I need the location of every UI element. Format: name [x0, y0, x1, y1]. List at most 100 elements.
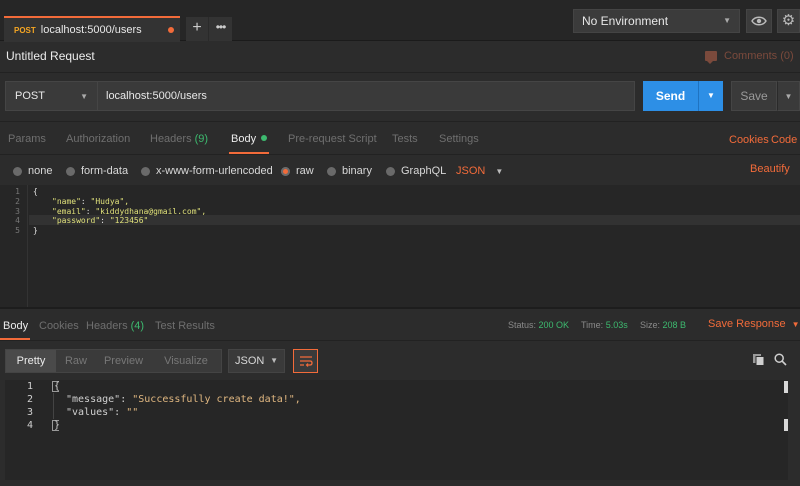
- code-line: {: [54, 381, 61, 392]
- raw-format-select[interactable]: JSON ▼: [456, 165, 503, 177]
- response-status: Status: 200 OK: [508, 320, 569, 330]
- chevron-down-icon: ▼: [723, 16, 731, 25]
- json-value: "Hudya",: [90, 197, 130, 206]
- http-method-select[interactable]: POST ▼: [5, 81, 97, 111]
- tab-settings[interactable]: Settings: [439, 133, 479, 145]
- new-tab-button[interactable]: +: [186, 17, 208, 41]
- json-value: "": [126, 407, 139, 418]
- response-time: Time: 5.03s: [581, 320, 628, 330]
- code-link[interactable]: Code: [771, 134, 797, 146]
- body-type-urlencoded[interactable]: x-www-form-urlencoded: [141, 165, 273, 177]
- radio-label: binary: [342, 165, 372, 177]
- gear-icon: ⚙: [781, 12, 796, 29]
- send-options-button[interactable]: ▼: [698, 81, 723, 111]
- json-key: "password": [52, 216, 101, 225]
- tab-options-button[interactable]: •••: [208, 17, 232, 41]
- status-label: Status:: [508, 320, 537, 330]
- body-type-binary[interactable]: binary: [327, 165, 372, 177]
- line-number: 5: [15, 226, 20, 235]
- save-response-button[interactable]: Save Response ▼: [708, 318, 800, 330]
- divider: [0, 121, 800, 122]
- comments-button[interactable]: Comments (0): [705, 50, 794, 64]
- eye-icon: [751, 16, 767, 26]
- response-tab-cookies[interactable]: Cookies: [39, 320, 79, 332]
- code-line: "message": "Successfully create data!",: [66, 394, 301, 405]
- chevron-down-icon: ▼: [270, 356, 278, 365]
- environment-label: No Environment: [582, 14, 669, 28]
- radio-icon: [66, 166, 75, 176]
- response-tab-test-results[interactable]: Test Results: [155, 320, 215, 332]
- search-icon[interactable]: [774, 353, 787, 369]
- time-value: 5.03s: [605, 320, 628, 330]
- json-key: "values": [66, 407, 115, 418]
- json-value: "123456": [109, 216, 149, 225]
- tab-pre-request-script[interactable]: Pre-request Script: [288, 133, 377, 145]
- divider: [0, 72, 800, 73]
- manage-environments-button[interactable]: ⚙: [777, 9, 800, 33]
- json-key: "name": [52, 197, 81, 206]
- code-line: {: [33, 187, 38, 196]
- body-type-form-data[interactable]: form-data: [66, 165, 128, 177]
- environment-quick-look-button[interactable]: [746, 9, 772, 33]
- view-visualize-button[interactable]: Visualize: [151, 350, 221, 372]
- unsaved-dot-icon: [168, 27, 174, 33]
- comments-label: Comments (0): [724, 50, 794, 62]
- divider: [0, 340, 800, 341]
- save-options-button[interactable]: ▼: [777, 81, 800, 111]
- url-input[interactable]: localhost:5000/users: [97, 81, 635, 111]
- tab-method-badge: POST: [14, 25, 36, 35]
- beautify-button[interactable]: Beautify: [750, 163, 790, 175]
- radio-icon: [327, 166, 336, 176]
- request-tab-active[interactable]: POST localhost:5000/users: [4, 16, 180, 42]
- copy-icon[interactable]: [752, 353, 765, 369]
- body-type-graphql[interactable]: GraphQL: [386, 165, 446, 177]
- body-type-raw[interactable]: raw: [281, 165, 314, 177]
- tab-tests[interactable]: Tests: [392, 133, 418, 145]
- tab-body[interactable]: Body: [231, 133, 268, 145]
- send-button[interactable]: Send: [643, 81, 698, 111]
- code-line: "password": "123456": [52, 216, 149, 225]
- line-number: 3: [26, 407, 33, 418]
- radio-label: GraphQL: [401, 165, 447, 177]
- response-format-select[interactable]: JSON ▼: [228, 349, 285, 373]
- chevron-down-icon: ▼: [791, 320, 800, 329]
- line-number: 2: [15, 197, 20, 206]
- view-pretty-button[interactable]: Pretty: [6, 350, 56, 372]
- environment-select[interactable]: No Environment ▼: [573, 9, 740, 33]
- chevron-down-icon: ▼: [784, 92, 793, 101]
- cookies-link[interactable]: Cookies: [729, 134, 769, 146]
- scrollbar-marker: [784, 381, 788, 393]
- response-size: Size: 208 B: [640, 320, 686, 330]
- view-preview-button[interactable]: Preview: [96, 350, 151, 372]
- code-line: }: [33, 226, 38, 235]
- view-raw-button[interactable]: Raw: [56, 350, 96, 372]
- response-tab-headers[interactable]: Headers (4): [86, 320, 144, 332]
- body-type-none[interactable]: none: [13, 165, 52, 177]
- chevron-down-icon: ▼: [707, 91, 715, 100]
- code-line: }: [54, 420, 61, 431]
- line-number: 3: [15, 207, 20, 216]
- wrap-lines-button[interactable]: [293, 349, 318, 373]
- tab-params[interactable]: Params: [8, 133, 46, 145]
- radio-label: x-www-form-urlencoded: [156, 165, 273, 177]
- divider: [0, 154, 800, 155]
- code-line: "name": "Hudya",: [52, 197, 130, 206]
- radio-icon: [386, 166, 395, 176]
- json-value: "kiddydhana@gmail.com",: [95, 207, 207, 216]
- tab-authorization[interactable]: Authorization: [66, 133, 130, 145]
- radio-label: none: [28, 165, 53, 177]
- http-method-label: POST: [15, 90, 45, 102]
- line-number: 1: [15, 187, 20, 196]
- response-tab-body[interactable]: Body: [3, 320, 28, 332]
- save-button[interactable]: Save: [731, 81, 777, 111]
- tab-headers[interactable]: Headers (9): [150, 133, 208, 145]
- pane-splitter[interactable]: [0, 307, 800, 309]
- request-name[interactable]: Untitled Request: [6, 49, 95, 63]
- chevron-down-icon: ▼: [495, 167, 504, 176]
- radio-label: raw: [296, 165, 314, 177]
- wrap-lines-icon: [299, 356, 313, 367]
- radio-selected-icon: [281, 166, 290, 176]
- code-line: "values": "": [66, 407, 139, 418]
- json-value: "Successfully create data!",: [132, 394, 301, 405]
- indent-guide: [53, 393, 54, 419]
